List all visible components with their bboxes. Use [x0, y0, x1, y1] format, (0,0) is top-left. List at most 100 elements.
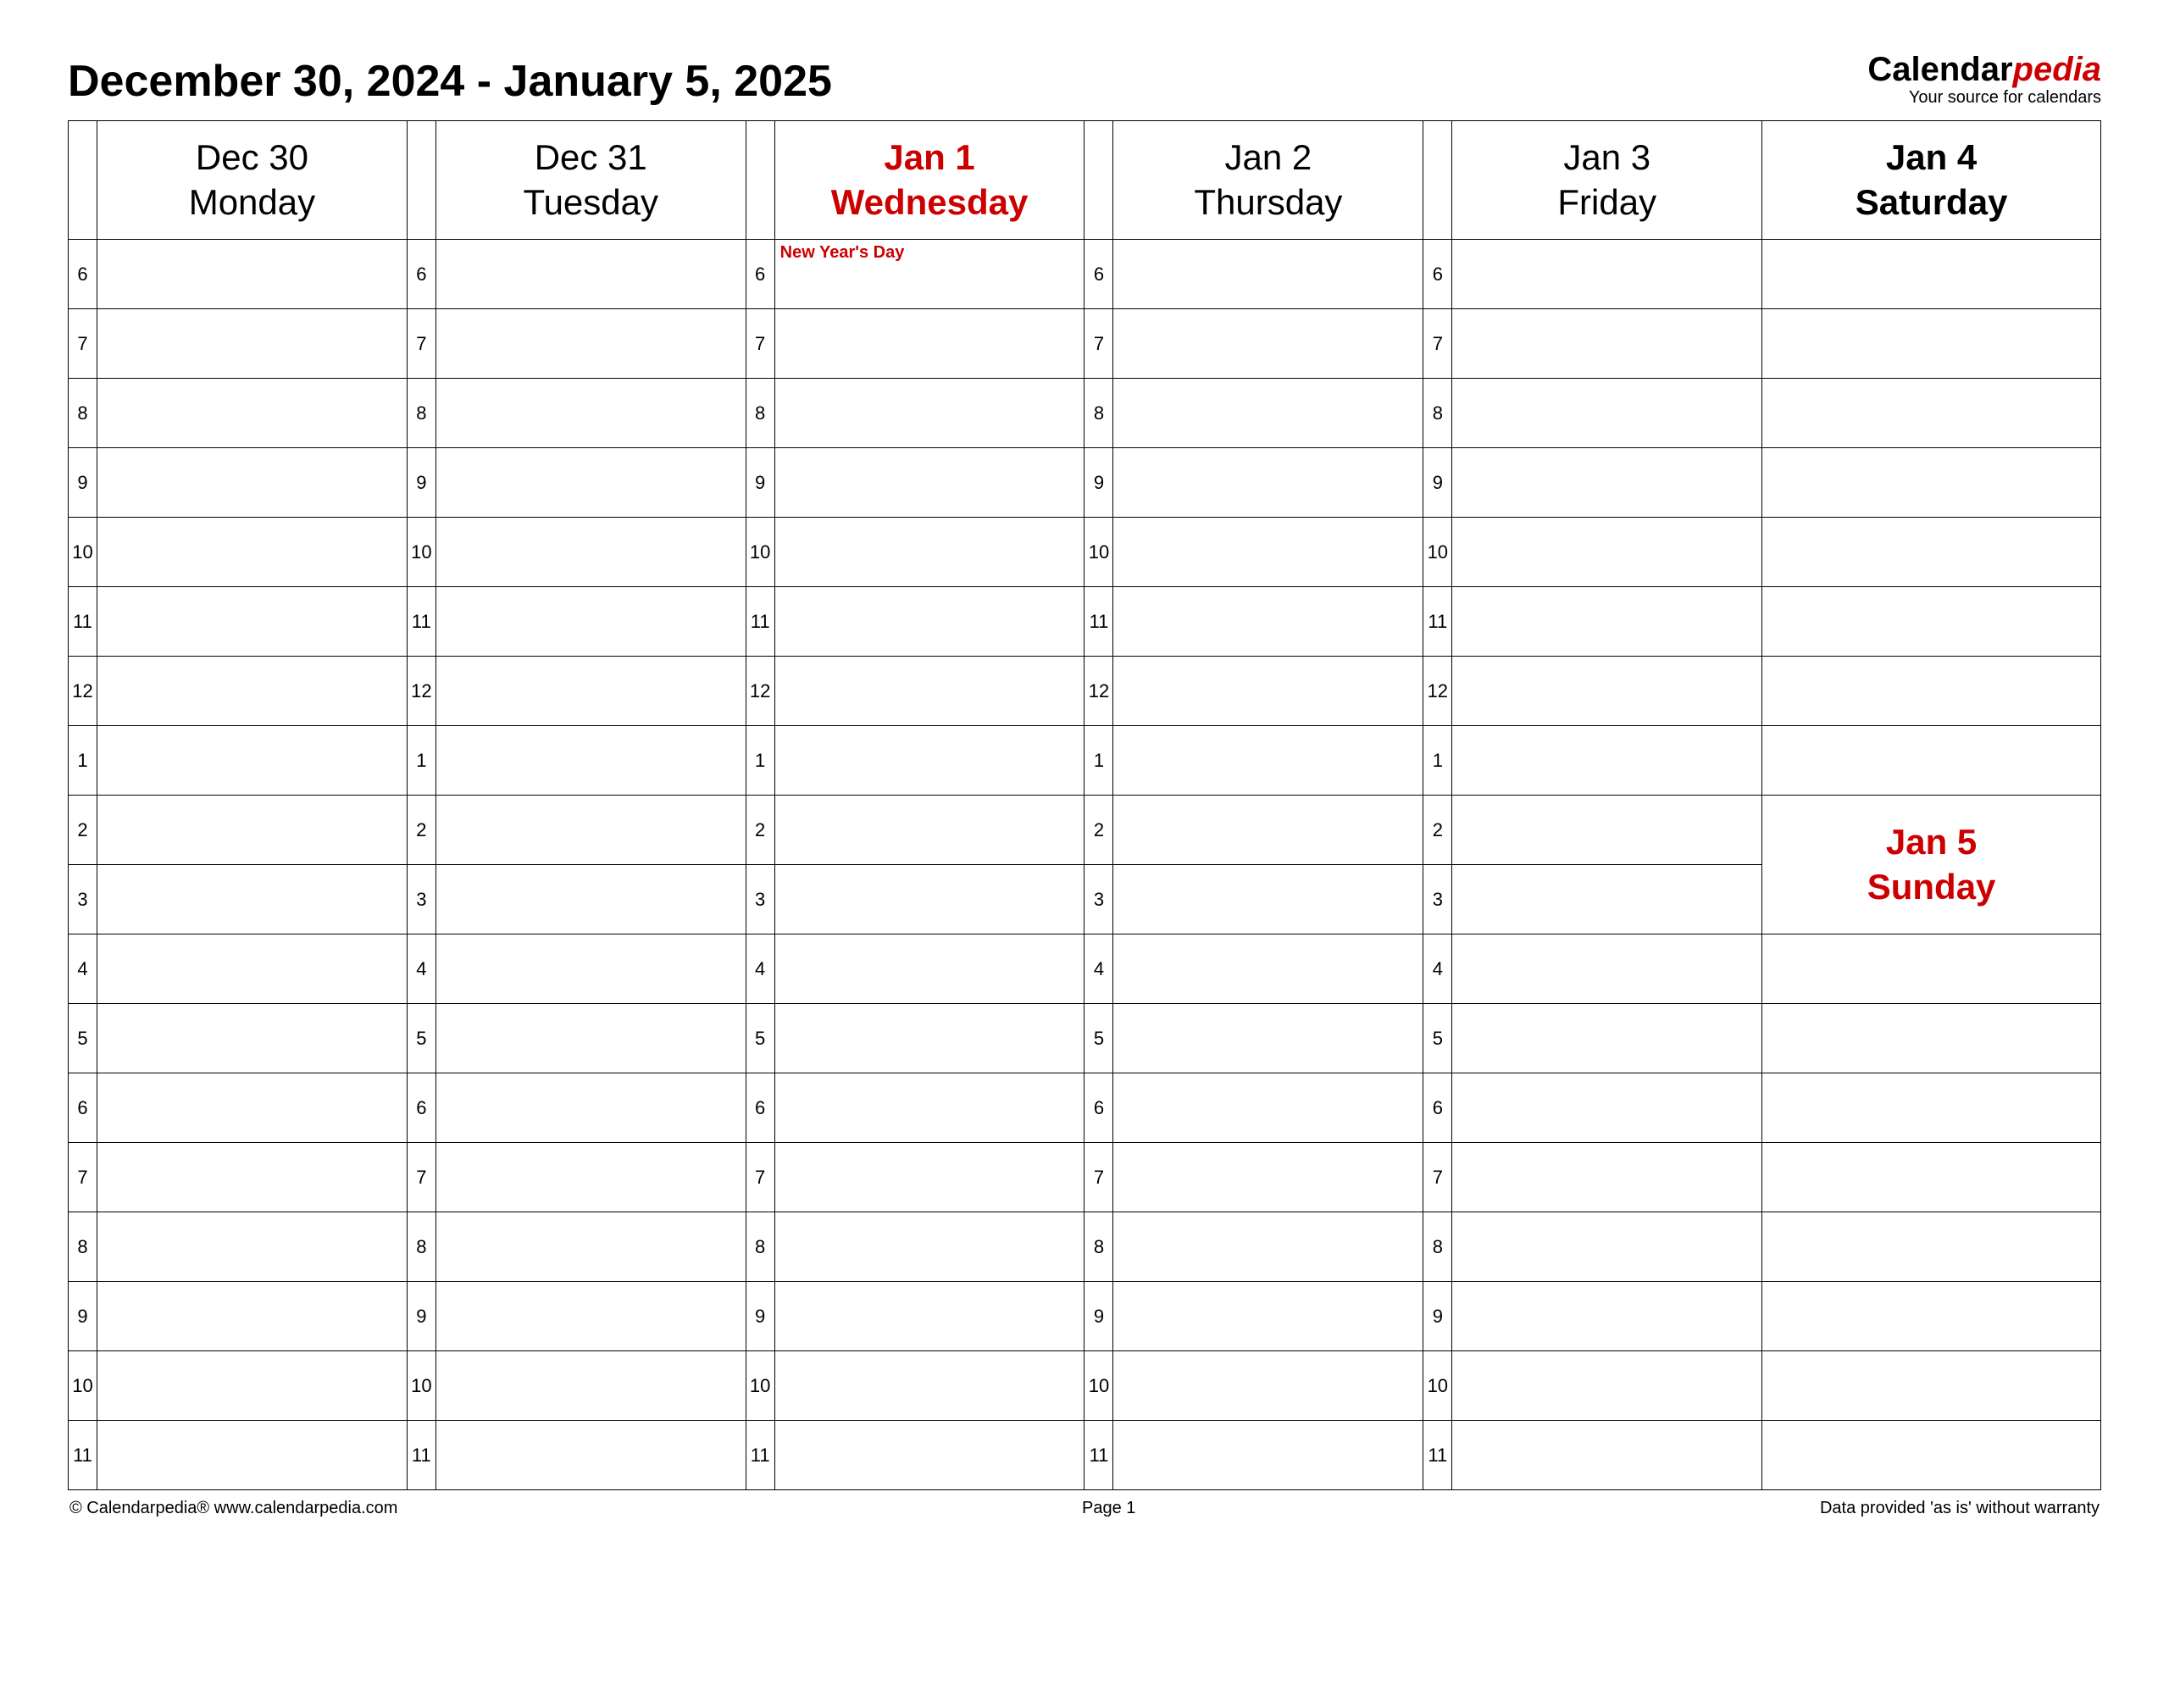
hour-label: 8 — [1084, 379, 1113, 447]
hour-label: 6 — [69, 240, 97, 308]
time-slot: 11 — [746, 587, 1084, 657]
hour-label: 3 — [408, 865, 436, 934]
time-slot: 9 — [746, 1282, 1084, 1351]
footer-left: © Calendarpedia® www.calendarpedia.com — [69, 1499, 397, 1518]
day-header-2: Jan 1Wednesday — [746, 121, 1084, 240]
logo-main: Calendarpedia — [1867, 51, 2101, 88]
time-slot: 3 — [407, 865, 746, 934]
time-slot: 5 — [69, 1004, 408, 1073]
hour-label: 10 — [1423, 518, 1452, 586]
time-slot: 3 — [69, 865, 408, 934]
time-slot: 6 — [1423, 240, 1762, 309]
hour-label: 2 — [408, 796, 436, 864]
time-slot: 6 — [69, 240, 408, 309]
hour-label: 9 — [746, 1282, 775, 1350]
hour-label: 9 — [69, 448, 97, 517]
time-slot: 6 — [407, 1073, 746, 1143]
time-slot: 8 — [1084, 1212, 1423, 1282]
time-slot: 7 — [69, 1143, 408, 1212]
day-date: Jan 1 — [884, 136, 974, 180]
hour-label: 1 — [1084, 726, 1113, 795]
sunday-slot — [1762, 1004, 2101, 1073]
hour-label: 11 — [69, 1421, 97, 1489]
time-slot: 4 — [746, 934, 1084, 1004]
time-slot: 2 — [1084, 796, 1423, 865]
time-slot: 4 — [1084, 934, 1423, 1004]
time-slot: 8 — [69, 379, 408, 448]
hour-label: 1 — [69, 726, 97, 795]
hour-label: 7 — [69, 309, 97, 378]
hour-label: 10 — [746, 1351, 775, 1420]
hour-label: 5 — [408, 1004, 436, 1073]
hour-label: 8 — [408, 1212, 436, 1281]
hour-label: 7 — [1084, 1143, 1113, 1212]
hour-label: 4 — [1084, 934, 1113, 1003]
time-slot: 7 — [1084, 309, 1423, 379]
hour-label: 5 — [1423, 1004, 1452, 1073]
hour-label: 8 — [746, 379, 775, 447]
time-slot: 11 — [1084, 1421, 1423, 1490]
time-slot: 3 — [1423, 865, 1762, 934]
time-slot: 7 — [69, 309, 408, 379]
hour-label: 5 — [746, 1004, 775, 1073]
time-slot: 10 — [1423, 518, 1762, 587]
logo-sub: Your source for calendars — [1867, 88, 2101, 107]
hour-label: 10 — [408, 518, 436, 586]
day-date: Jan 3 — [1563, 136, 1650, 180]
time-slot: 8 — [1423, 1212, 1762, 1282]
hour-label: 10 — [1084, 1351, 1113, 1420]
time-slot: 11 — [69, 1421, 408, 1490]
time-slot: 10 — [1084, 518, 1423, 587]
hour-label: 3 — [746, 865, 775, 934]
day-name: Tuesday — [523, 180, 658, 225]
time-slot: 8 — [407, 1212, 746, 1282]
hour-label: 12 — [1423, 657, 1452, 725]
time-slot: 9 — [69, 1282, 408, 1351]
day-date: Dec 31 — [535, 136, 647, 180]
hour-label: 11 — [1423, 1421, 1452, 1489]
saturday-slot — [1762, 726, 2101, 796]
hour-label: 9 — [746, 448, 775, 517]
hour-label: 9 — [408, 1282, 436, 1350]
hour-label: 7 — [408, 1143, 436, 1212]
hour-label: 7 — [746, 309, 775, 378]
page-title: December 30, 2024 - January 5, 2025 — [68, 56, 832, 107]
time-slot: 9 — [746, 448, 1084, 518]
calendar-table: Dec 30MondayDec 31TuesdayJan 1WednesdayJ… — [68, 120, 2101, 1490]
hour-label: 2 — [746, 796, 775, 864]
hour-label: 7 — [1084, 309, 1113, 378]
hour-label: 9 — [1423, 448, 1452, 517]
time-slot: 11 — [69, 587, 408, 657]
hour-label: 4 — [1423, 934, 1452, 1003]
sunday-header: Jan 5Sunday — [1762, 796, 2101, 934]
hour-label: 9 — [1084, 448, 1113, 517]
time-slot: 10 — [407, 1351, 746, 1421]
time-slot: 5 — [1423, 1004, 1762, 1073]
sunday-slot — [1762, 1282, 2101, 1351]
time-slot: 8 — [746, 379, 1084, 448]
day-header-4: Jan 3Friday — [1423, 121, 1762, 240]
time-slot: 2 — [746, 796, 1084, 865]
time-slot: 6 — [1084, 1073, 1423, 1143]
header: December 30, 2024 - January 5, 2025 Cale… — [68, 51, 2101, 107]
hour-label: 7 — [408, 309, 436, 378]
sunday-name: Sunday — [1867, 865, 1996, 910]
hour-label: 11 — [1084, 1421, 1113, 1489]
time-slot: 12 — [407, 657, 746, 726]
hour-label: 8 — [1423, 379, 1452, 447]
hour-label: 12 — [1084, 657, 1113, 725]
hour-label: 10 — [69, 1351, 97, 1420]
day-header-0: Dec 30Monday — [69, 121, 408, 240]
time-slot: 6New Year's Day — [746, 240, 1084, 309]
sunday-slot — [1762, 1351, 2101, 1421]
hour-label: 2 — [69, 796, 97, 864]
time-slot: 7 — [746, 309, 1084, 379]
day-date: Jan 2 — [1225, 136, 1312, 180]
sunday-slot — [1762, 1421, 2101, 1490]
hour-label: 6 — [408, 240, 436, 308]
hour-label: 6 — [1084, 240, 1113, 308]
logo-part1: Calendar — [1867, 51, 2012, 88]
time-slot: 4 — [407, 934, 746, 1004]
time-slot: 2 — [407, 796, 746, 865]
saturday-slot — [1762, 657, 2101, 726]
